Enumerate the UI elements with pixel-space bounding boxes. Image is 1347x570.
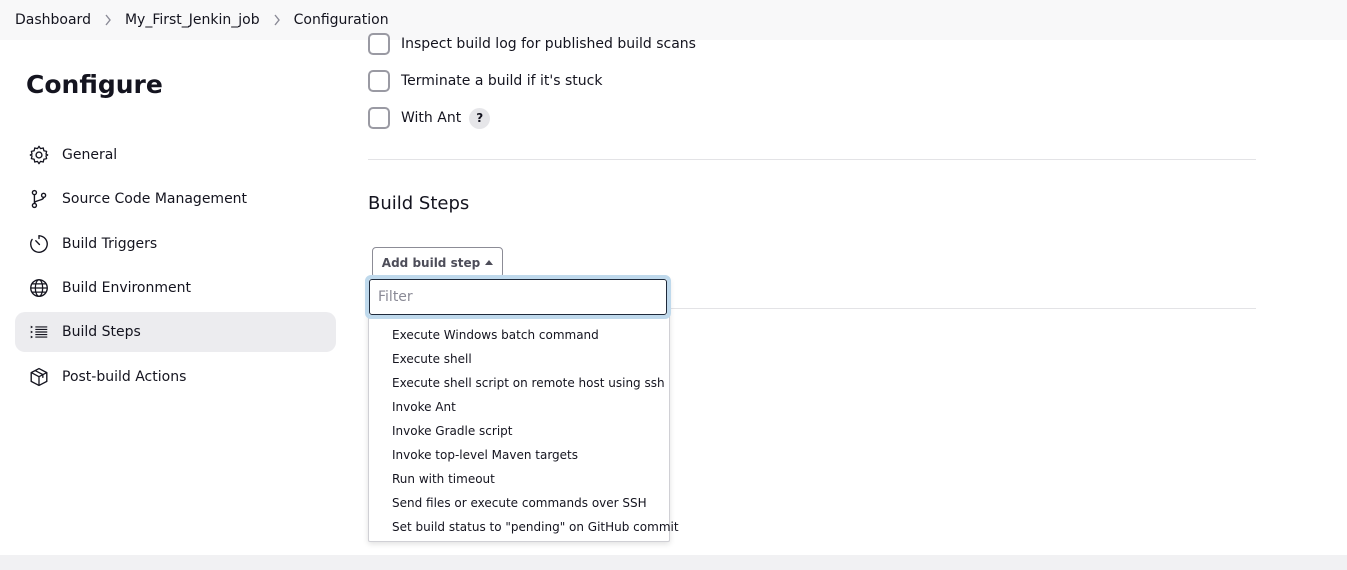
section-divider bbox=[368, 159, 1256, 160]
add-build-step-label: Add build step bbox=[381, 255, 481, 270]
with-ant-checkbox[interactable] bbox=[368, 107, 390, 129]
sidebar-item-general[interactable]: General bbox=[15, 135, 336, 175]
list-icon bbox=[27, 320, 51, 344]
option-execute-shell[interactable]: Execute shell bbox=[369, 347, 669, 371]
sidebar-item-post-build-actions[interactable]: Post-build Actions bbox=[15, 357, 336, 397]
chevron-right-icon bbox=[104, 14, 112, 26]
inspect-build-log-checkbox[interactable] bbox=[368, 33, 390, 55]
sidebar-item-label: Build Environment bbox=[62, 280, 191, 296]
add-build-step-button[interactable]: Add build step bbox=[372, 247, 503, 278]
sidebar-item-label: Post-build Actions bbox=[62, 369, 187, 385]
sidebar-item-build-steps[interactable]: Build Steps bbox=[15, 312, 336, 352]
option-with-ant: With Ant ? bbox=[368, 106, 491, 130]
sidebar-item-label: General bbox=[62, 147, 118, 163]
globe-icon bbox=[27, 276, 51, 300]
chevron-right-icon bbox=[273, 14, 281, 26]
main-content: Inspect build log for published build sc… bbox=[365, 33, 1256, 555]
gear-icon bbox=[27, 143, 51, 167]
option-send-files-ssh[interactable]: Send files or execute commands over SSH bbox=[369, 491, 669, 515]
timer-icon bbox=[27, 232, 51, 256]
section-title-build-steps: Build Steps bbox=[368, 193, 470, 214]
caret-up-icon bbox=[485, 260, 494, 265]
sidebar-item-source-code-management[interactable]: Source Code Management bbox=[15, 179, 336, 219]
sidebar-item-label: Source Code Management bbox=[62, 191, 248, 207]
help-icon[interactable]: ? bbox=[469, 107, 491, 129]
option-label: With Ant bbox=[401, 110, 462, 126]
option-inspect-build-log: Inspect build log for published build sc… bbox=[368, 32, 696, 56]
option-invoke-gradle[interactable]: Invoke Gradle script bbox=[369, 419, 669, 443]
option-invoke-maven[interactable]: Invoke top-level Maven targets bbox=[369, 443, 669, 467]
option-set-github-status[interactable]: Set build status to "pending" on GitHub … bbox=[369, 515, 679, 539]
page-title: Configure bbox=[26, 70, 163, 99]
terminate-stuck-checkbox[interactable] bbox=[368, 70, 390, 92]
package-icon bbox=[27, 365, 51, 389]
build-step-dropdown: Execute Windows batch command Execute sh… bbox=[365, 275, 679, 542]
footer-strip bbox=[0, 555, 1347, 570]
option-invoke-ant[interactable]: Invoke Ant bbox=[369, 395, 669, 419]
filter-focus-ring bbox=[365, 275, 671, 319]
breadcrumb-configuration[interactable]: Configuration bbox=[294, 12, 389, 28]
option-execute-shell-remote-ssh[interactable]: Execute shell script on remote host usin… bbox=[369, 371, 669, 395]
option-label: Inspect build log for published build sc… bbox=[401, 36, 696, 52]
sidebar-item-label: Build Steps bbox=[62, 324, 141, 340]
option-run-with-timeout[interactable]: Run with timeout bbox=[369, 467, 669, 491]
option-execute-windows-batch[interactable]: Execute Windows batch command bbox=[369, 323, 669, 347]
filter-input[interactable] bbox=[369, 279, 667, 315]
option-terminate-stuck: Terminate a build if it's stuck bbox=[368, 69, 602, 93]
sidebar-item-label: Build Triggers bbox=[62, 236, 158, 252]
sidebar-item-build-environment[interactable]: Build Environment bbox=[15, 268, 336, 308]
breadcrumb-job[interactable]: My_First_Jenkin_job bbox=[125, 12, 260, 28]
sidebar-item-build-triggers[interactable]: Build Triggers bbox=[15, 224, 336, 264]
breadcrumb-dashboard[interactable]: Dashboard bbox=[15, 12, 91, 28]
build-step-options: Execute Windows batch command Execute sh… bbox=[369, 323, 679, 539]
option-label: Terminate a build if it's stuck bbox=[401, 73, 603, 89]
branch-icon bbox=[27, 187, 51, 211]
